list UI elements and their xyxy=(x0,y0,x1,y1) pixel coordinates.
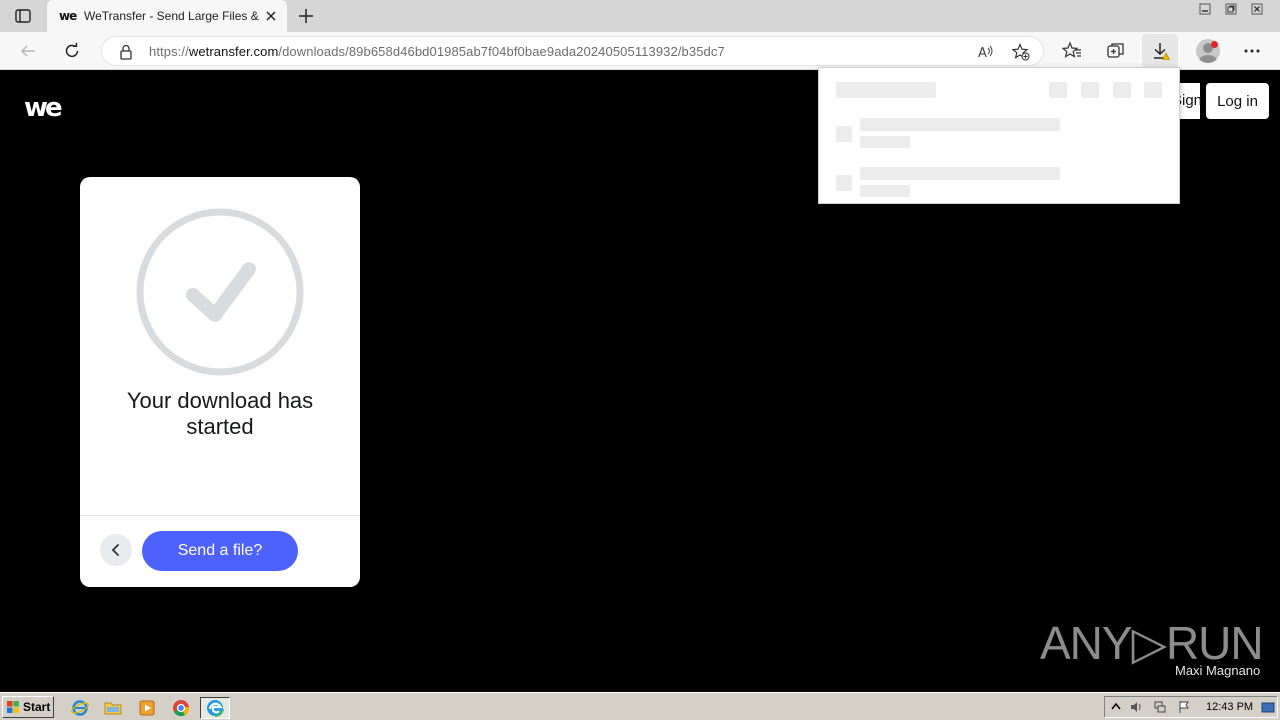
watermark-user: Maxi Magnano xyxy=(1175,663,1261,678)
chevron-left-icon xyxy=(111,544,119,556)
action-center-flag-icon[interactable] xyxy=(1177,700,1191,714)
network-icon[interactable] xyxy=(1153,700,1167,714)
browser-tab-strip: we WeTransfer - Send Large Files & Share… xyxy=(0,0,1280,32)
show-hidden-icons-icon[interactable] xyxy=(1109,700,1123,714)
download-started-card: Your download has started Send a file? xyxy=(80,177,360,587)
skeleton-file-line xyxy=(860,118,1060,131)
windows-flag-icon xyxy=(7,701,19,713)
browser-tab-wetransfer[interactable]: we WeTransfer - Send Large Files & Share… xyxy=(47,0,287,32)
download-started-title: Your download has started xyxy=(126,388,314,439)
add-favorite-icon[interactable] xyxy=(1011,42,1030,61)
read-aloud-icon[interactable]: A xyxy=(977,43,995,61)
url-path: /downloads/89b658d46bd01985ab7f04bf0bae9… xyxy=(278,44,725,59)
restore-icon[interactable] xyxy=(1218,1,1244,17)
skeleton-file-icon xyxy=(836,126,852,142)
window-controls xyxy=(1192,1,1270,17)
collections-icon[interactable] xyxy=(1106,41,1126,61)
skeleton-file-icon xyxy=(836,175,852,191)
skeleton-action xyxy=(1144,82,1162,98)
send-a-file-button[interactable]: Send a file? xyxy=(142,531,298,571)
url-host: wetransfer.com xyxy=(188,44,279,59)
profile-status-dot xyxy=(1211,41,1218,48)
skeleton-action xyxy=(1113,82,1131,98)
url-text: https://wetransfer.com/downloads/89b658d… xyxy=(149,44,725,59)
skeleton-header xyxy=(836,82,936,98)
windows-taskbar: Start 12:43 PM xyxy=(0,692,1280,720)
file-explorer-icon[interactable] xyxy=(102,697,124,719)
show-desktop-icon[interactable] xyxy=(1261,700,1275,714)
url-scheme: https:// xyxy=(149,44,189,59)
start-button[interactable]: Start xyxy=(2,696,54,718)
svg-text:A: A xyxy=(978,46,987,61)
system-tray: 12:43 PM xyxy=(1104,696,1278,718)
downloads-flyout xyxy=(818,67,1180,204)
back-button[interactable] xyxy=(100,534,132,566)
skeleton-file-line xyxy=(860,136,910,148)
skeleton-file-line xyxy=(860,167,1060,180)
address-bar[interactable]: https://wetransfer.com/downloads/89b658d… xyxy=(101,36,1044,66)
tab-actions-icon[interactable] xyxy=(14,7,32,25)
download-icon[interactable] xyxy=(1150,41,1170,61)
back-arrow-icon[interactable] xyxy=(18,41,38,61)
clock[interactable]: 12:43 PM xyxy=(1206,701,1253,713)
volume-icon[interactable] xyxy=(1129,700,1143,714)
media-player-icon[interactable] xyxy=(136,697,158,719)
tab-title: WeTransfer - Send Large Files & Share Ph… xyxy=(84,9,262,23)
lock-icon[interactable] xyxy=(119,44,133,60)
check-circle-icon xyxy=(136,208,304,376)
plus-icon[interactable] xyxy=(296,6,316,26)
start-label: Start xyxy=(23,700,51,714)
card-divider xyxy=(80,515,360,516)
chrome-icon[interactable] xyxy=(170,697,192,719)
anyrun-logo: ANY▷RUN xyxy=(1040,617,1264,669)
window-close-icon[interactable] xyxy=(1244,1,1270,17)
browser-toolbar: https://wetransfer.com/downloads/89b658d… xyxy=(0,32,1280,70)
wetransfer-logo[interactable]: we xyxy=(24,95,63,121)
skeleton-action xyxy=(1049,82,1067,98)
skeleton-action xyxy=(1081,82,1099,98)
refresh-icon[interactable] xyxy=(62,41,82,61)
login-button[interactable]: Log in xyxy=(1206,83,1269,119)
more-icon[interactable] xyxy=(1242,41,1262,61)
favorites-icon[interactable] xyxy=(1062,41,1082,61)
edge-taskbar-icon[interactable] xyxy=(200,697,230,719)
close-icon[interactable] xyxy=(263,8,279,24)
minimize-icon[interactable] xyxy=(1192,1,1218,17)
internet-explorer-icon[interactable] xyxy=(69,697,91,719)
skeleton-file-line xyxy=(860,185,910,197)
wetransfer-favicon: we xyxy=(59,9,77,23)
